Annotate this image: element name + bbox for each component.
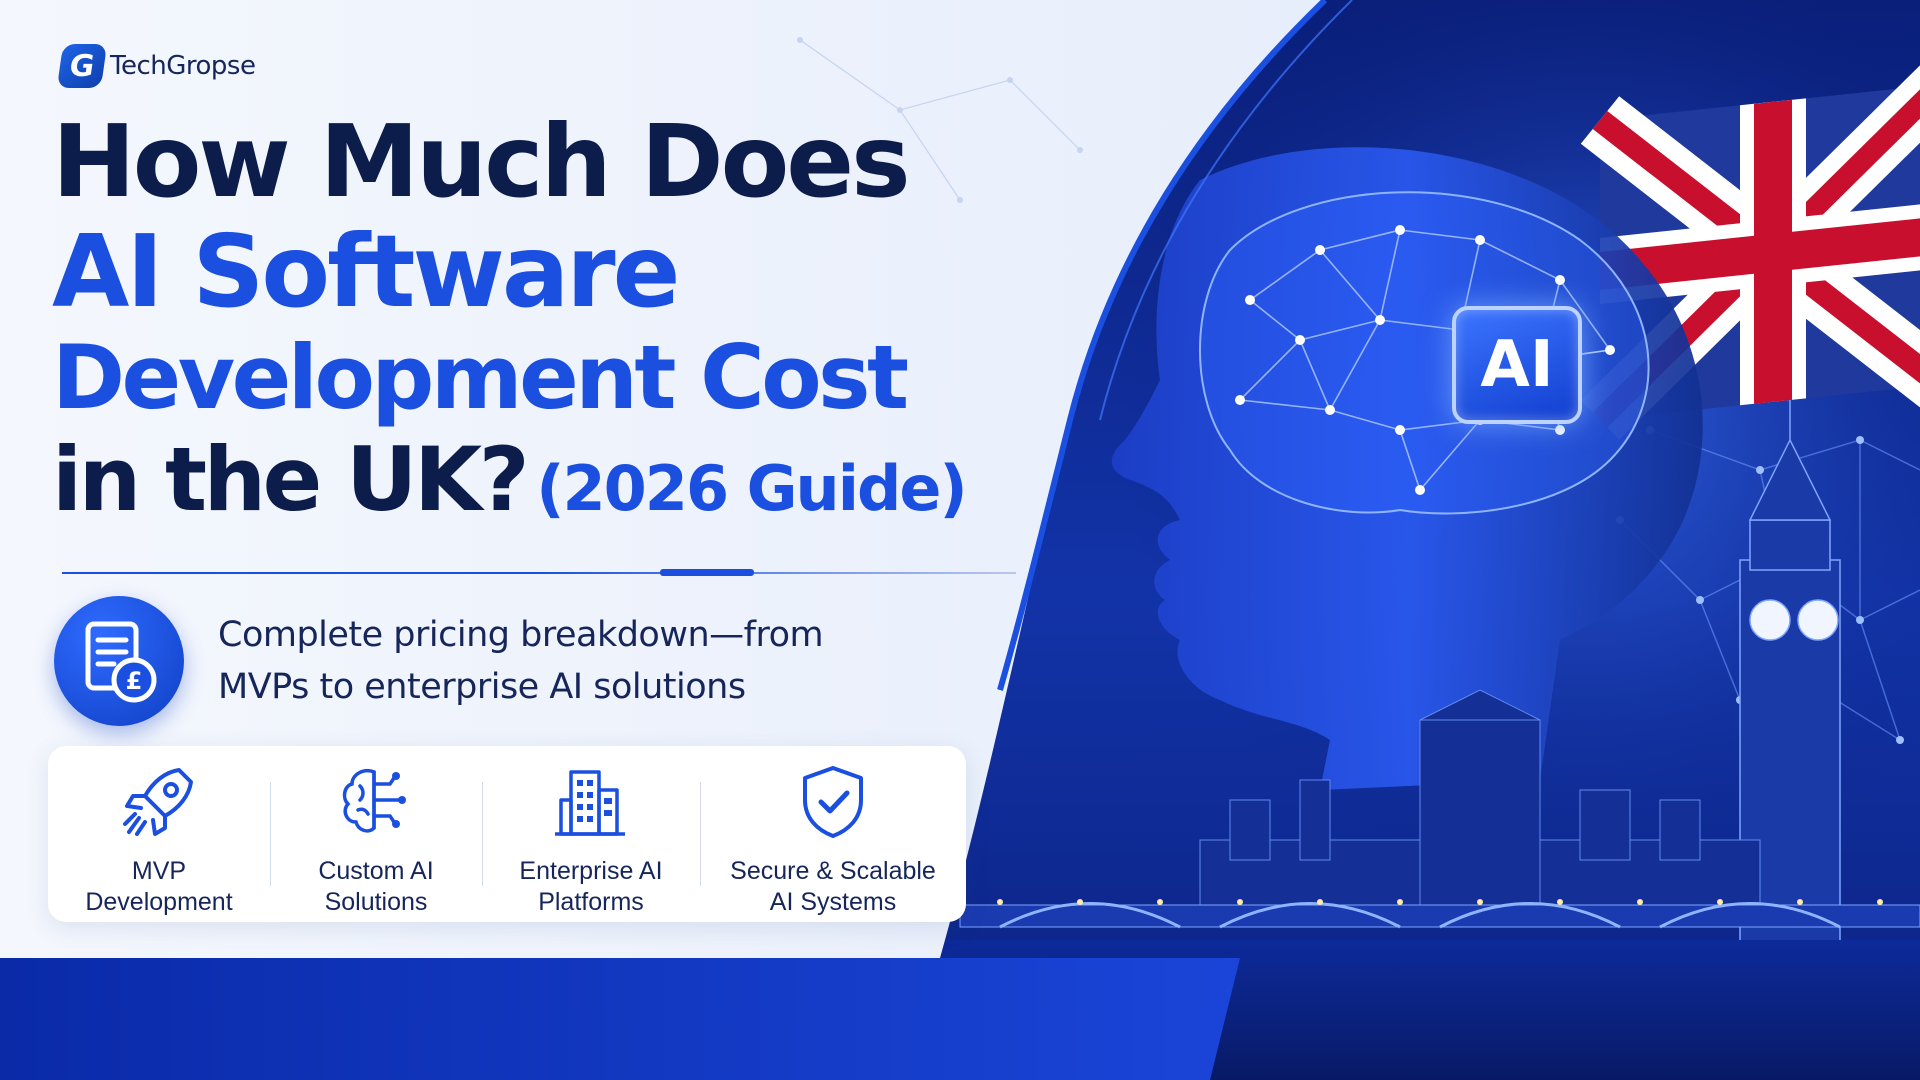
feature-custom-ai-solutions[interactable]: Custom AI Solutions [270, 746, 482, 922]
techgropse-logo-icon: G [56, 44, 108, 88]
ai-badge: AI [1452, 306, 1582, 424]
bottom-band [0, 958, 1240, 1080]
feature-mvp-development[interactable]: MVP Development [48, 746, 270, 922]
feature-label: Enterprise AI Platforms [519, 857, 663, 916]
title-line-4: in the UK? (2026 Guide) [52, 436, 1052, 524]
feature-label: Custom AI Solutions [318, 857, 434, 916]
title-guide: (2026 Guide) [536, 452, 968, 525]
shield-check-icon [803, 766, 863, 838]
title-line-3: Development Cost [52, 326, 909, 429]
subtitle-row: £ Complete pricing breakdown—from MVPs t… [54, 596, 824, 726]
subtitle-line-2: MVPs to enterprise AI solutions [218, 667, 746, 707]
feature-label: MVP Development [85, 857, 233, 916]
rocket-icon [123, 768, 193, 836]
pricing-document-pound-icon: £ [54, 596, 184, 726]
brand-name: TechGropse [110, 51, 256, 81]
feature-label: Secure & Scalable AI Systems [730, 857, 936, 916]
title-line-2: AI Software [52, 213, 680, 330]
svg-text:£: £ [126, 667, 143, 695]
feature-enterprise-ai-platforms[interactable]: Enterprise AI Platforms [482, 746, 700, 922]
title-line-1: How Much Does [52, 103, 911, 220]
subtitle-text: Complete pricing breakdown—from MVPs to … [218, 609, 824, 714]
building-icon [555, 770, 625, 836]
feature-secure-scalable-ai-systems[interactable]: Secure & Scalable AI Systems [700, 746, 966, 922]
subtitle-line-1: Complete pricing breakdown—from [218, 614, 824, 655]
page-title: How Much Does AI Software Development Co… [52, 112, 1052, 524]
brand-logo[interactable]: G TechGropse [56, 44, 256, 88]
title-line-4-text: in the UK? [52, 428, 530, 531]
ai-badge-label: AI [1480, 328, 1554, 402]
brain-circuit-icon [342, 769, 406, 833]
features-card: MVP Development Custom AI Solutions Ente… [48, 746, 966, 922]
